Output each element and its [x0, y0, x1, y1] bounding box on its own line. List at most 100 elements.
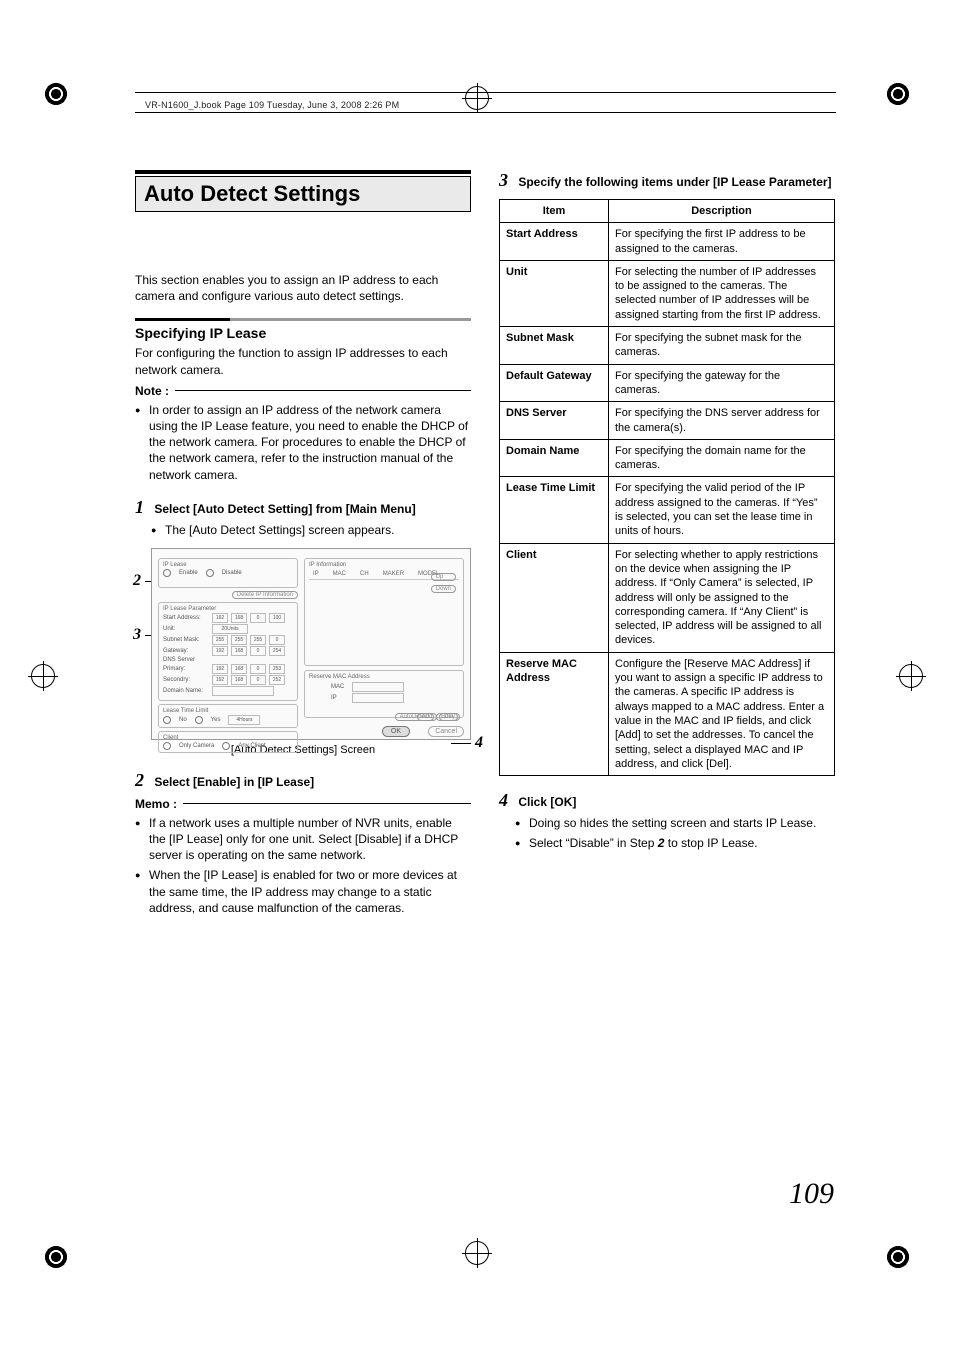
reg-mark-top	[464, 85, 490, 111]
intro-text: This section enables you to assign an IP…	[135, 272, 471, 304]
note-bullet: In order to assign an IP address of the …	[149, 402, 471, 483]
left-column: Auto Detect Settings This section enable…	[135, 170, 471, 920]
reg-mark-bottom	[464, 1240, 490, 1266]
step-number: 4	[499, 790, 515, 811]
memo-label: Memo :	[135, 797, 177, 811]
ip-octet: 168	[231, 675, 247, 685]
ip-octet: 0	[250, 613, 266, 623]
ip-octet: 192	[212, 613, 228, 623]
table-row: UnitFor selecting the number of IP addre…	[500, 260, 835, 326]
ip-octet: 100	[269, 613, 285, 623]
step2-bullet: If a network uses a multiple number of N…	[149, 815, 471, 864]
reg-mark-left	[30, 663, 56, 689]
up-button: Up	[431, 573, 456, 581]
shot-only-camera: Only Camera	[179, 743, 214, 749]
ip-octet: 192	[212, 664, 228, 674]
ip-octet: 252	[269, 675, 285, 685]
crop-mark-tl	[44, 82, 68, 106]
step2-bullet: When the [IP Lease] is enabled for two o…	[149, 867, 471, 916]
col-ch: CH	[360, 571, 369, 577]
table-cell-desc: For specifying the domain name for the c…	[609, 439, 835, 477]
shot-unit: Unit:	[163, 626, 209, 632]
table-cell-item: DNS Server	[500, 402, 609, 440]
ip-octet: 168	[231, 664, 247, 674]
table-cell-item: Lease Time Limit	[500, 477, 609, 543]
table-cell-desc: For selecting whether to apply restricti…	[609, 543, 835, 652]
shot-lease-limit: Lease Time Limit	[163, 708, 293, 714]
ip-octet: 0	[269, 635, 285, 645]
table-cell-item: Reserve MAC Address	[500, 652, 609, 775]
table-row: Start AddressFor specifying the first IP…	[500, 223, 835, 261]
table-cell-item: Subnet Mask	[500, 327, 609, 365]
shot-no: No	[179, 717, 187, 723]
shot-domain: Domain Name:	[163, 688, 209, 694]
callout-2: 2	[133, 572, 141, 590]
ip-octet: 192	[212, 675, 228, 685]
shot-disable: Disable	[222, 570, 242, 576]
callout-4: 4	[475, 734, 483, 752]
table-cell-desc: Configure the [Reserve MAC Address] if y…	[609, 652, 835, 775]
step-number: 3	[499, 170, 515, 191]
mac-field	[352, 682, 404, 692]
table-cell-desc: For specifying the DNS server address fo…	[609, 402, 835, 440]
del-button: Del	[439, 713, 458, 721]
shot-gateway: Gateway:	[163, 648, 209, 654]
radio-icon	[222, 742, 230, 750]
table-row: Subnet MaskFor specifying the subnet mas…	[500, 327, 835, 365]
step-number: 2	[135, 770, 151, 791]
ip-octet: 192	[212, 646, 228, 656]
ip-octet: 0	[250, 646, 266, 656]
reg-mark-right	[898, 663, 924, 689]
radio-icon	[195, 716, 203, 724]
shot-hours: 4Hours	[228, 715, 260, 725]
ip-label: IP	[331, 695, 349, 701]
ip-octet: 254	[269, 646, 285, 656]
table-row: Default GatewayFor specifying the gatewa…	[500, 364, 835, 402]
crop-mark-br	[886, 1245, 910, 1269]
domain-field	[212, 686, 274, 696]
ip-octet: 0	[250, 664, 266, 674]
note-label: Note :	[135, 384, 169, 398]
crop-mark-bl	[44, 1245, 68, 1269]
shot-subnet: Subnet Mask:	[163, 637, 209, 643]
table-cell-item: Unit	[500, 260, 609, 326]
shot-secondary: Secondry:	[163, 677, 209, 683]
shot-any-client: Any Client	[238, 743, 265, 749]
radio-icon	[163, 569, 171, 577]
ip-octet: 0	[250, 675, 266, 685]
shot-primary: Primary:	[163, 666, 209, 672]
ip-octet: 253	[269, 664, 285, 674]
radio-icon	[206, 569, 214, 577]
ip-lease-parameter-table: Item Description Start AddressFor specif…	[499, 199, 835, 776]
shot-dns: DNS Server	[163, 657, 209, 663]
table-cell-item: Default Gateway	[500, 364, 609, 402]
shot-yes: Yes	[211, 717, 221, 723]
col-mac: MAC	[333, 571, 346, 577]
ip-octet: 255	[250, 635, 266, 645]
shot-iplease-label: IP Lease	[163, 562, 293, 568]
table-row: Lease Time LimitFor specifying the valid…	[500, 477, 835, 543]
auto-detect-settings-screenshot: IP Lease Enable Disable Delete IP Inform…	[151, 548, 471, 740]
page-number: 109	[789, 1177, 834, 1211]
ok-button: OK	[382, 726, 410, 737]
step1-bullet: The [Auto Detect Settings] screen appear…	[165, 522, 471, 538]
right-column: 3 Specify the following items under [IP …	[499, 170, 835, 920]
step4-bullet: Select “Disable” in Step 2 to stop IP Le…	[529, 835, 835, 851]
ip-octet: 255	[231, 635, 247, 645]
page-content: Auto Detect Settings This section enable…	[135, 170, 835, 920]
step-title: Click [OK]	[518, 795, 576, 809]
table-cell-desc: For selecting the number of IP addresses…	[609, 260, 835, 326]
section-title: Auto Detect Settings	[135, 176, 471, 212]
section-rule	[135, 318, 471, 321]
crop-mark-tr	[886, 82, 910, 106]
note-rule	[175, 390, 471, 391]
table-header-item: Item	[500, 200, 609, 223]
callout-3: 3	[133, 626, 141, 644]
shot-client: Client	[163, 735, 293, 741]
shot-reserve: Reserve MAC Address	[309, 674, 459, 680]
radio-icon	[163, 742, 171, 750]
table-row: ClientFor selecting whether to apply res…	[500, 543, 835, 652]
ip-octet: 168	[231, 613, 247, 623]
memo-rule	[183, 803, 471, 804]
delete-ip-button: Delete IP Information	[232, 591, 298, 599]
